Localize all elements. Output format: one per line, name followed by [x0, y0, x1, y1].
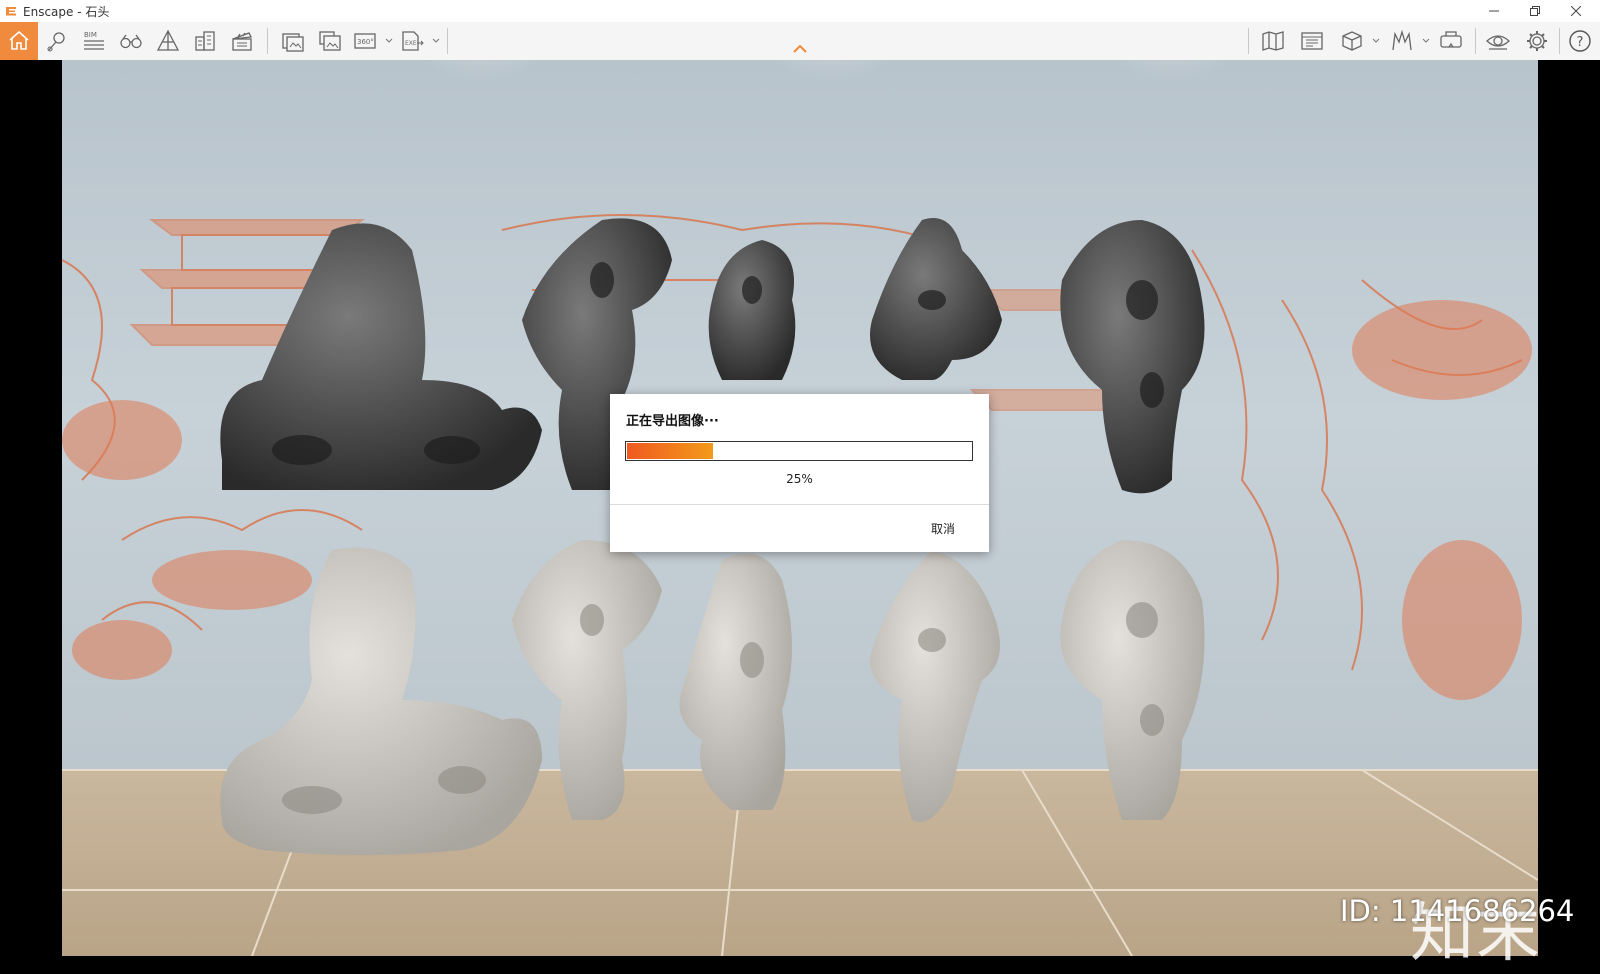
collapse-toolbar-icon[interactable] — [792, 44, 808, 54]
chevron-down-icon[interactable] — [1371, 36, 1381, 46]
screenshot-export-icon — [282, 33, 304, 52]
toolbar: BIM 360° EXE ? — [0, 22, 1600, 61]
buildings-icon — [195, 31, 215, 51]
location-button[interactable] — [41, 26, 73, 56]
material-button[interactable] — [1386, 26, 1418, 56]
export-progress-bar — [625, 441, 973, 461]
chevron-down-icon[interactable] — [1421, 36, 1431, 46]
view-mode-button[interactable] — [1336, 26, 1368, 56]
toolbar-divider — [447, 28, 448, 54]
asset-library-icon — [1301, 32, 1323, 50]
help-button[interactable]: ? — [1564, 26, 1596, 56]
minimize-icon[interactable] — [1474, 0, 1514, 22]
binoculars-icon — [120, 34, 142, 49]
material-icon — [1392, 29, 1412, 51]
progress-percent-label: 25% — [786, 472, 813, 486]
toolbar-divider — [1475, 28, 1476, 54]
location-pin-icon — [47, 32, 65, 52]
chevron-down-icon[interactable] — [431, 36, 441, 46]
help-icon: ? — [1569, 30, 1591, 52]
map-button[interactable] — [1257, 26, 1289, 56]
exe-label: EXE — [405, 40, 417, 47]
home-icon — [9, 30, 29, 50]
exe-export-button[interactable]: EXE — [396, 26, 428, 56]
settings-button[interactable] — [1521, 26, 1553, 56]
perspective-icon — [156, 29, 180, 51]
cancel-button[interactable]: 取消 — [927, 518, 959, 539]
enscape-logo-icon — [6, 7, 16, 16]
batch-render-button[interactable] — [314, 26, 346, 56]
cube-view-icon — [1342, 31, 1362, 51]
vr-headset-icon — [1440, 31, 1462, 48]
buildings-button[interactable] — [189, 26, 221, 56]
batch-export-icon — [319, 31, 341, 51]
visual-settings-button[interactable] — [1482, 26, 1514, 56]
bim-button[interactable]: BIM — [78, 26, 110, 56]
window-title: Enscape - 石头 — [23, 4, 110, 19]
close-icon[interactable] — [1556, 0, 1596, 22]
map-icon — [1262, 31, 1284, 51]
screenshot-button[interactable] — [277, 26, 309, 56]
dialog-divider — [610, 504, 989, 505]
home-button[interactable] — [0, 22, 38, 60]
export-progress-dialog: 正在导出图像··· 25% 取消 — [610, 394, 989, 552]
panorama-label: 360° — [357, 38, 374, 46]
visual-settings-icon — [1486, 35, 1510, 50]
panorama-360-icon: 360° — [354, 33, 376, 49]
chevron-down-icon[interactable] — [384, 36, 394, 46]
asset-library-button[interactable] — [1296, 26, 1328, 56]
toolbar-divider — [267, 28, 268, 54]
clapper-icon — [232, 32, 252, 51]
panorama-button[interactable]: 360° — [350, 26, 382, 56]
video-editor-button[interactable] — [226, 26, 258, 56]
help-label: ? — [1577, 35, 1584, 50]
title-bar: Enscape - 石头 — [0, 0, 1600, 22]
settings-gear-icon — [1527, 31, 1547, 51]
toolbar-divider — [1248, 28, 1249, 54]
vr-button[interactable] — [1435, 26, 1467, 56]
restore-icon[interactable] — [1515, 0, 1555, 22]
bim-label: BIM — [84, 31, 97, 39]
dialog-title: 正在导出图像··· — [626, 414, 719, 429]
watermark-id: ID: 1141686264 — [1340, 894, 1575, 928]
perspective-button[interactable] — [152, 26, 184, 56]
exe-export-icon: EXE — [402, 31, 424, 51]
binoculars-button[interactable] — [115, 26, 147, 56]
toolbar-divider — [1559, 28, 1560, 54]
bim-icon: BIM — [84, 31, 104, 50]
progress-fill — [627, 443, 713, 459]
